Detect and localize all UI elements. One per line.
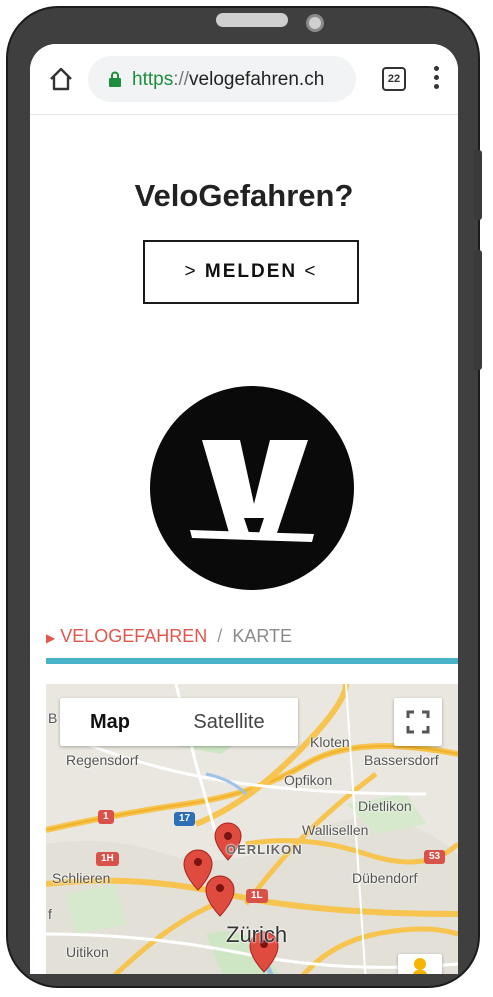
map-label-bassersdorf: Bassersdorf [364, 752, 439, 768]
road-shield: 1L [246, 889, 268, 903]
melden-arrow-left: > [184, 261, 198, 282]
pegman-icon [413, 958, 427, 974]
street-view-button[interactable] [398, 954, 442, 974]
fullscreen-icon [406, 710, 430, 734]
more-vert-icon[interactable] [434, 66, 440, 92]
map-label-dietlikon: Dietlikon [358, 798, 412, 814]
map-label-f: f [48, 906, 52, 922]
road-shield: 1 [98, 810, 114, 824]
address-bar[interactable]: https://velogefahren.ch [88, 56, 356, 102]
screen: https://velogefahren.ch 22 VeloGefahren?… [30, 44, 458, 974]
map-label-opfikon: Opfikon [284, 772, 333, 788]
volume-button [474, 150, 482, 220]
map-type-map-button[interactable]: Map [60, 698, 160, 746]
road-shield: 17 [174, 812, 196, 826]
breadcrumb-karte: KARTE [232, 626, 292, 646]
map-label-dubendorf: Dübendorf [352, 870, 418, 886]
velo-logo [150, 386, 354, 590]
melden-button[interactable]: > MELDEN < [143, 240, 359, 304]
map-label-kloten: Kloten [310, 734, 350, 750]
browser-toolbar: https://velogefahren.ch 22 [30, 44, 458, 115]
road-shield: 53 [424, 850, 446, 864]
melden-arrow-right: < [304, 261, 318, 282]
map-type-control: Map Satellite [60, 698, 298, 746]
map-view[interactable]: B Kloten Regensdorf Bassersdorf Opfikon … [46, 684, 458, 974]
map-label-schlieren: Schlieren [52, 870, 111, 886]
map-type-satellite-button[interactable]: Satellite [160, 698, 298, 746]
map-label-b: B [48, 710, 58, 726]
breadcrumb: ▶ VELOGEFAHREN / KARTE [46, 626, 292, 647]
lock-icon [109, 71, 121, 87]
map-label-regensdorf: Regensdorf [66, 752, 139, 768]
speaker-grill [216, 13, 288, 27]
map-label-zurich: Zürich [226, 922, 288, 947]
home-icon[interactable] [48, 66, 74, 92]
tabs-icon[interactable]: 22 [382, 67, 406, 91]
map-label-uitikon: Uitikon [66, 944, 109, 960]
breadcrumb-separator: / [217, 626, 223, 646]
map-label-wallisellen: Wallisellen [302, 822, 369, 838]
section-divider [46, 658, 458, 664]
url-text: https://velogefahren.ch [132, 69, 325, 90]
front-camera [306, 14, 324, 32]
power-button [474, 250, 482, 370]
breadcrumb-marker-icon: ▶ [46, 631, 56, 645]
road-shield: 1H [96, 852, 119, 866]
fullscreen-button[interactable] [394, 698, 442, 746]
page-title: VeloGefahren? [134, 178, 354, 213]
melden-label: MELDEN [204, 261, 298, 282]
map-label-oerlikon: OERLIKON [226, 842, 303, 857]
breadcrumb-velogefahren[interactable]: VELOGEFAHREN [60, 626, 207, 646]
